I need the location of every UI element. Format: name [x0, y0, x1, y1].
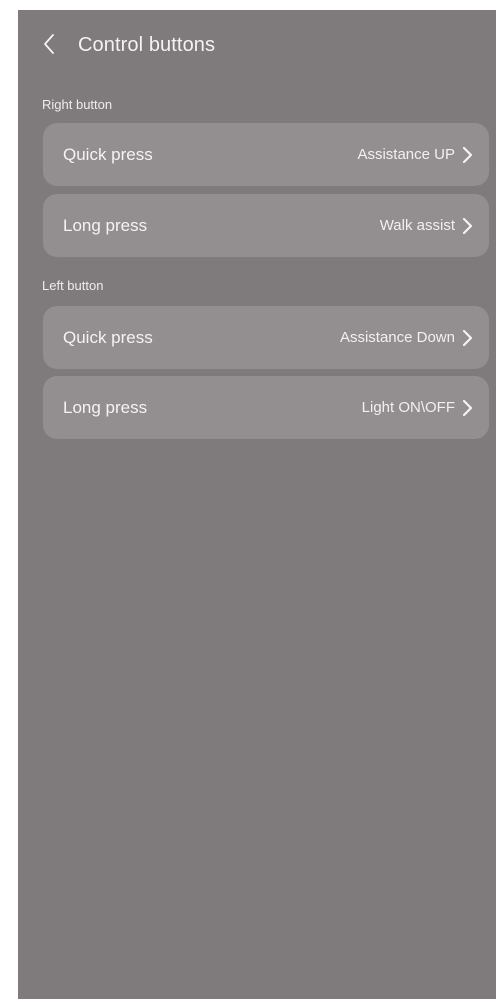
page-title: Control buttons: [78, 34, 216, 56]
row-value-wrap: Assistance UP: [357, 146, 473, 164]
row-label: Quick press: [63, 327, 153, 347]
section-label-left-button: Left button: [42, 278, 104, 293]
row-value-wrap: Light ON\OFF: [362, 399, 473, 417]
row-value: Assistance Down: [339, 329, 455, 346]
left-quick-press-row[interactable]: Quick press Assistance Down: [43, 306, 489, 369]
chevron-right-icon: [461, 217, 473, 235]
section-label-right-button: Right button: [42, 97, 113, 112]
chevron-right-icon: [461, 329, 473, 347]
row-value-wrap: Walk assist: [380, 217, 473, 235]
screen: Control buttons Right button Quick press…: [18, 10, 496, 999]
row-label: Quick press: [63, 144, 153, 164]
chevron-right-icon: [461, 146, 473, 164]
right-quick-press-row[interactable]: Quick press Assistance UP: [43, 123, 489, 186]
chevron-right-icon: [461, 399, 473, 417]
row-label: Long press: [63, 397, 148, 417]
row-label: Long press: [63, 215, 148, 235]
back-button[interactable]: [38, 32, 60, 60]
left-long-press-row[interactable]: Long press Light ON\OFF: [43, 376, 489, 439]
row-value-wrap: Assistance Down: [340, 329, 473, 347]
row-value: Assistance UP: [357, 146, 455, 163]
right-long-press-row[interactable]: Long press Walk assist: [43, 194, 489, 257]
chevron-left-icon: [43, 33, 55, 60]
row-value: Walk assist: [379, 217, 455, 234]
top-bar: Control buttons: [18, 10, 496, 82]
row-value: Light ON\OFF: [361, 399, 455, 416]
